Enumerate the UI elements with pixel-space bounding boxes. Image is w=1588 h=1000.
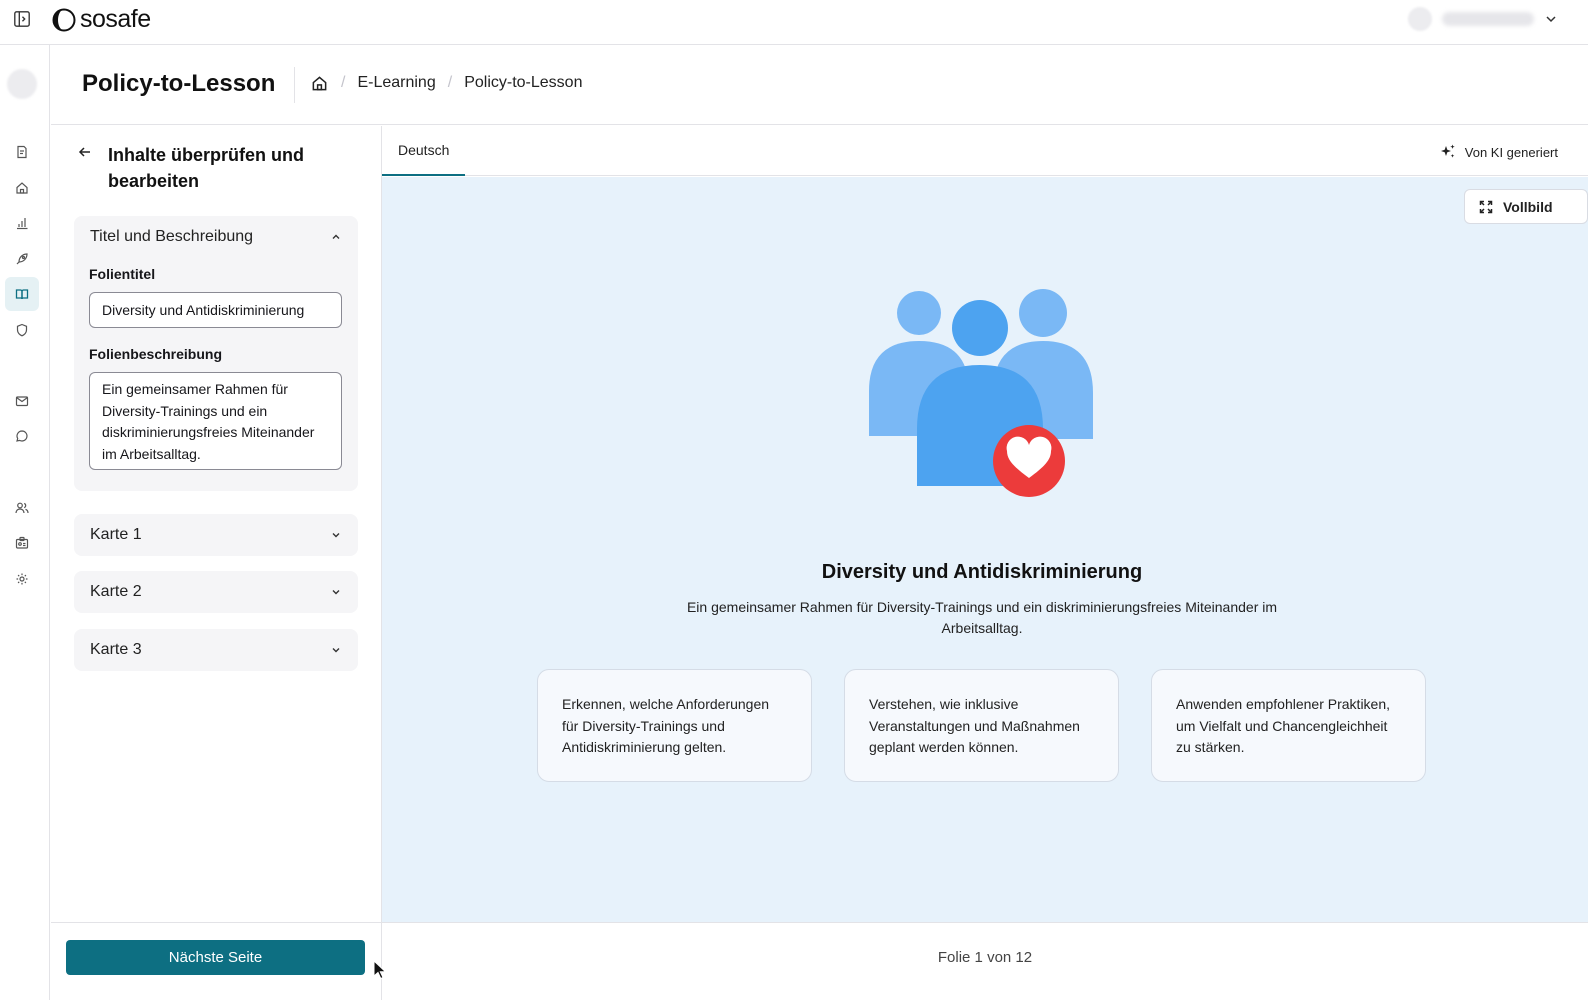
mail-icon[interactable] (5, 384, 39, 418)
slide-counter: Folie 1 von 12 (937, 949, 1033, 966)
slide-description: Ein gemeinsamer Rahmen für Diversity-Tra… (686, 599, 1278, 636)
brand-name: sosafe (80, 5, 151, 33)
chevron-down-icon (1546, 16, 1556, 23)
diversity-people-heart-illustration (869, 289, 1093, 497)
chevron-down-icon (332, 648, 340, 653)
accordion-title: Karte 2 (90, 583, 142, 600)
user-name-blurred (1442, 12, 1534, 26)
next-page-button[interactable]: Nächste Seite (66, 940, 365, 975)
page-header: Policy-to-Lesson / E-Learning / Policy-t… (51, 45, 1588, 125)
accordion-title: Titel und Beschreibung (90, 228, 254, 245)
bottom-bar: Nächste Seite Folie 1 von 12 (51, 922, 1588, 1000)
edit-panel: Inhalte überprüfen und bearbeiten Titel … (51, 126, 382, 922)
breadcrumb-current: Policy-to-Lesson (464, 74, 583, 91)
accordion-karte-2[interactable]: Karte 2 (74, 571, 358, 613)
slide-cards: Erkennen, welche Anforderungen für Diver… (537, 669, 1426, 782)
badge-icon[interactable] (5, 526, 39, 560)
report-icon[interactable] (5, 135, 39, 169)
mouse-cursor-icon (373, 960, 387, 980)
slide-title-label: Folientitel (89, 266, 156, 282)
accordion-header[interactable]: Karte 3 (74, 629, 358, 671)
tab-deutsch[interactable]: Deutsch (382, 126, 466, 176)
breadcrumb-separator: / (447, 74, 453, 91)
accordion-title: Karte 1 (90, 526, 142, 543)
user-avatar (1408, 7, 1432, 31)
brand-logo[interactable]: sosafe (52, 5, 151, 34)
chevron-down-icon (332, 590, 340, 595)
accordion-header[interactable]: Titel und Beschreibung (74, 216, 358, 258)
accordion-header[interactable]: Karte 1 (74, 514, 358, 556)
preview-tabs: Deutsch Von KI generiert (382, 126, 1588, 176)
chevron-down-icon (332, 533, 340, 538)
accordion-title: Karte 3 (90, 641, 142, 658)
header-divider (294, 67, 295, 103)
fullscreen-label: Vollbild (1503, 198, 1553, 215)
users-icon[interactable] (5, 491, 39, 525)
slide-card-1: Erkennen, welche Anforderungen für Diver… (537, 669, 812, 782)
rocket-icon[interactable] (5, 242, 39, 276)
slide-card-2: Verstehen, wie inklusive Veranstaltungen… (844, 669, 1119, 782)
accordion-title-description: Titel und Beschreibung Folientitel Folie… (74, 216, 358, 491)
org-avatar[interactable] (7, 69, 37, 99)
panel-title: Inhalte überprüfen und bearbeiten (108, 145, 304, 191)
breadcrumb-elearning[interactable]: E-Learning (357, 74, 435, 92)
ai-generated-badge: Von KI generiert (1439, 143, 1558, 161)
accordion-header[interactable]: Karte 2 (74, 571, 358, 613)
analytics-icon[interactable] (5, 206, 39, 240)
breadcrumb-separator: / (341, 74, 346, 91)
page-title: Policy-to-Lesson (82, 70, 276, 97)
shield-icon[interactable] (5, 313, 39, 347)
back-arrow-icon[interactable] (77, 144, 93, 160)
home-icon[interactable] (5, 171, 39, 205)
chevron-up-icon (332, 234, 340, 239)
sparkles-icon (1440, 144, 1455, 158)
top-bar: sosafe (0, 0, 1588, 45)
slide-title-input[interactable] (89, 292, 342, 328)
accordion-karte-1[interactable]: Karte 1 (74, 514, 358, 556)
brand-logo-icon (52, 8, 76, 31)
accordion-body: Folientitel Folienbeschreibung (74, 266, 358, 491)
expand-icon (1479, 200, 1493, 213)
breadcrumb: / E-Learning / Policy-to-Lesson (311, 74, 582, 92)
sidebar-toggle-icon[interactable] (12, 9, 32, 29)
user-menu[interactable] (1408, 7, 1558, 31)
ai-badge-label: Von KI generiert (1464, 144, 1558, 160)
slide-title: Diversity und Antidiskriminierung (821, 561, 1143, 583)
book-icon[interactable] (5, 277, 39, 311)
chat-icon[interactable] (5, 419, 39, 453)
gear-icon[interactable] (5, 562, 39, 596)
accordion-karte-3[interactable]: Karte 3 (74, 629, 358, 671)
slide-card-3: Anwenden empfohlener Praktiken, um Vielf… (1151, 669, 1426, 782)
slide-preview: Vollbild Diversity und Antidiskriminieru… (382, 177, 1588, 922)
left-rail (0, 45, 50, 1000)
home-icon[interactable] (311, 74, 329, 92)
slide-description-label: Folienbeschreibung (89, 346, 223, 362)
slide-description-textarea[interactable] (89, 372, 342, 470)
fullscreen-button[interactable]: Vollbild (1464, 189, 1588, 224)
